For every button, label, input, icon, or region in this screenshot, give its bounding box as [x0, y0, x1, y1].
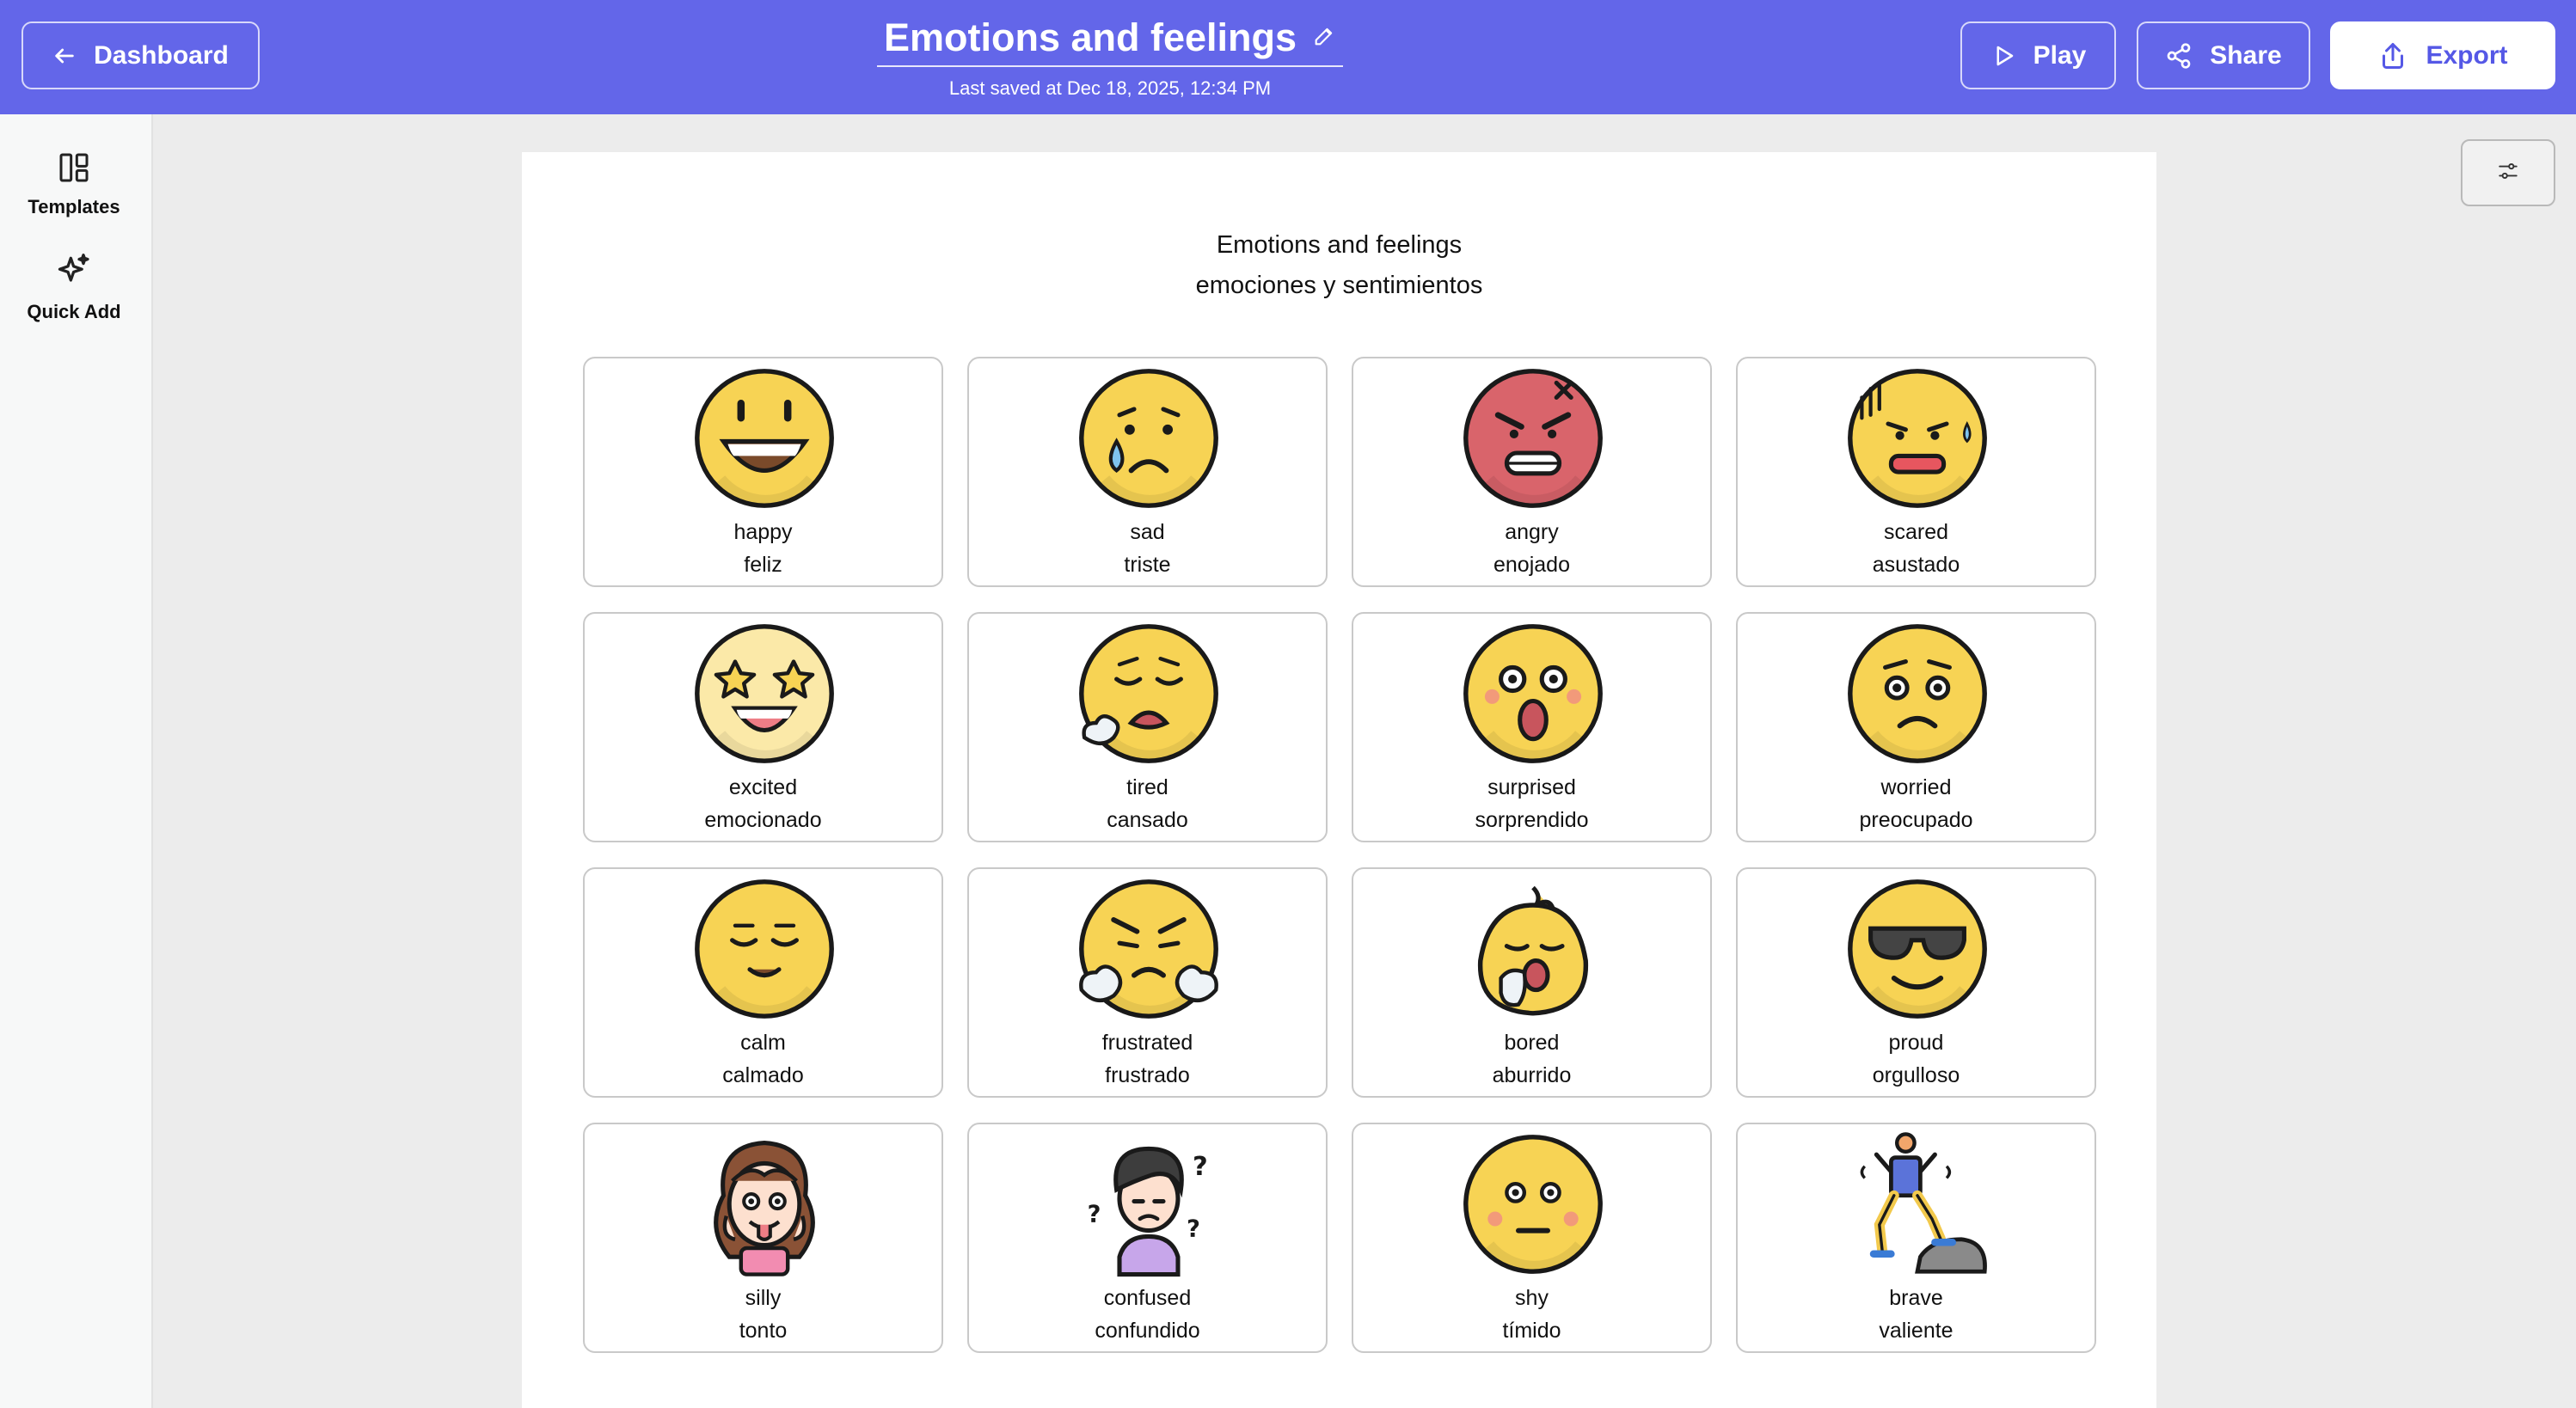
- card-word-english: confused: [1103, 1286, 1192, 1310]
- vocab-card-shy[interactable]: shy tímido: [1352, 1123, 1712, 1353]
- vocab-card-excited[interactable]: excited emocionado: [583, 612, 943, 842]
- sheet-subtitle: emociones y sentimientos: [1195, 272, 1483, 299]
- vocab-card-silly[interactable]: silly tonto: [583, 1123, 943, 1353]
- card-word-english: bored: [1504, 1031, 1560, 1055]
- sliders-icon: [2497, 160, 2519, 187]
- card-word-english: surprised: [1487, 775, 1576, 799]
- vocab-card-frustrated[interactable]: frustrated frustrado: [967, 867, 1328, 1098]
- brave-person-icon: [1844, 1131, 1990, 1277]
- shy-face-icon: [1460, 1131, 1606, 1277]
- worksheet-page: Emotions and feelings emociones y sentim…: [522, 152, 2156, 1408]
- calm-face-icon: [691, 876, 837, 1022]
- tired-face-icon: [1076, 621, 1222, 767]
- sidebar-item-label: Quick Add: [27, 301, 121, 322]
- vocab-card-tired[interactable]: tired cansado: [967, 612, 1328, 842]
- document-title-field[interactable]: Emotions and feelings: [877, 10, 1343, 67]
- top-bar: Dashboard Emotions and feelings Last sav…: [0, 0, 2576, 114]
- card-word-english: worried: [1880, 775, 1952, 799]
- share-button[interactable]: Share: [2137, 21, 2310, 89]
- templates-icon: [57, 150, 91, 189]
- sad-face-icon: [1076, 365, 1222, 511]
- arrow-left-icon: [52, 44, 77, 68]
- card-word-english: proud: [1888, 1031, 1944, 1055]
- card-word-spanish: confundido: [1095, 1319, 1200, 1343]
- card-word-spanish: feliz: [744, 553, 782, 577]
- vocab-card-scared[interactable]: scared asustado: [1736, 357, 2096, 587]
- card-word-spanish: valiente: [1879, 1319, 1953, 1343]
- export-button[interactable]: Export: [2330, 21, 2555, 89]
- play-label: Play: [2033, 40, 2087, 70]
- card-word-spanish: enojado: [1493, 553, 1570, 577]
- card-word-spanish: tonto: [739, 1319, 788, 1343]
- angry-face-icon: [1460, 365, 1606, 511]
- vocabulary-card-grid: happy feliz sad triste angry enojado scared asu…: [583, 357, 2096, 1353]
- svg-text:?: ?: [1187, 1215, 1200, 1242]
- card-word-spanish: aburrido: [1492, 1063, 1572, 1087]
- card-word-spanish: asustado: [1872, 553, 1960, 577]
- vocab-card-worried[interactable]: worried preocupado: [1736, 612, 2096, 842]
- document-title: Emotions and feelings: [883, 15, 1297, 59]
- play-icon: [1990, 43, 2016, 69]
- card-word-spanish: frustrado: [1105, 1063, 1190, 1087]
- scared-face-icon: [1844, 365, 1990, 511]
- card-word-english: sad: [1130, 520, 1165, 544]
- svg-text:?: ?: [1193, 1152, 1208, 1182]
- card-word-english: scared: [1883, 520, 1949, 544]
- card-word-spanish: sorprendido: [1475, 808, 1589, 832]
- card-word-spanish: calmado: [722, 1063, 804, 1087]
- last-saved-text: Last saved at Dec 18, 2025, 12:34 PM: [948, 77, 1272, 99]
- dashboard-button[interactable]: Dashboard: [21, 21, 260, 89]
- settings-button[interactable]: [2461, 139, 2555, 206]
- sidebar-item-label: Templates: [28, 196, 120, 217]
- card-word-english: excited: [728, 775, 798, 799]
- vocab-card-proud[interactable]: proud orgulloso: [1736, 867, 2096, 1098]
- share-icon: [2165, 42, 2193, 70]
- play-button[interactable]: Play: [1960, 21, 2116, 89]
- card-word-spanish: triste: [1124, 553, 1171, 577]
- sidebar-item-templates[interactable]: Templates: [0, 150, 148, 218]
- frustrated-face-icon: [1076, 876, 1222, 1022]
- dashboard-label: Dashboard: [94, 40, 229, 70]
- confused-boy-icon: ???: [1076, 1131, 1222, 1277]
- card-word-english: tired: [1126, 775, 1168, 799]
- card-word-english: shy: [1515, 1286, 1549, 1310]
- card-word-spanish: preocupado: [1859, 808, 1973, 832]
- worried-face-icon: [1844, 621, 1990, 767]
- sheet-title: Emotions and feelings: [1216, 231, 1463, 259]
- sparkle-icon: [55, 252, 93, 294]
- happy-face-icon: [691, 365, 837, 511]
- share-label: Share: [2210, 40, 2282, 70]
- card-word-english: calm: [740, 1031, 786, 1055]
- card-word-spanish: orgulloso: [1872, 1063, 1960, 1087]
- vocab-card-sad[interactable]: sad triste: [967, 357, 1328, 587]
- vocab-card-calm[interactable]: calm calmado: [583, 867, 943, 1098]
- silly-girl-icon: [691, 1131, 837, 1277]
- card-word-english: silly: [745, 1286, 782, 1310]
- svg-text:?: ?: [1088, 1201, 1101, 1227]
- star-eyes-face-icon: [691, 621, 837, 767]
- vocab-card-brave[interactable]: brave valiente: [1736, 1123, 2096, 1353]
- vocab-card-happy[interactable]: happy feliz: [583, 357, 943, 587]
- card-word-english: happy: [733, 520, 793, 544]
- card-word-spanish: emocionado: [704, 808, 822, 832]
- vocab-card-confused[interactable]: ??? confused confundido: [967, 1123, 1328, 1353]
- upload-icon: [2377, 40, 2408, 71]
- card-word-english: angry: [1505, 520, 1559, 544]
- sidebar-item-quick-add[interactable]: Quick Add: [0, 252, 148, 323]
- pencil-icon[interactable]: [1312, 24, 1336, 52]
- export-label: Export: [2426, 40, 2508, 70]
- vocab-card-surprised[interactable]: surprised sorprendido: [1352, 612, 1712, 842]
- card-word-spanish: tímido: [1502, 1319, 1561, 1343]
- card-word-english: brave: [1889, 1286, 1943, 1310]
- left-sidebar: Templates Quick Add: [0, 114, 153, 1408]
- vocab-card-bored[interactable]: bored aburrido: [1352, 867, 1712, 1098]
- surprised-face-icon: [1460, 621, 1606, 767]
- card-word-english: frustrated: [1101, 1031, 1193, 1055]
- sunglasses-face-icon: [1844, 876, 1990, 1022]
- card-word-spanish: cansado: [1107, 808, 1188, 832]
- bored-face-icon: [1460, 876, 1606, 1022]
- vocab-card-angry[interactable]: angry enojado: [1352, 357, 1712, 587]
